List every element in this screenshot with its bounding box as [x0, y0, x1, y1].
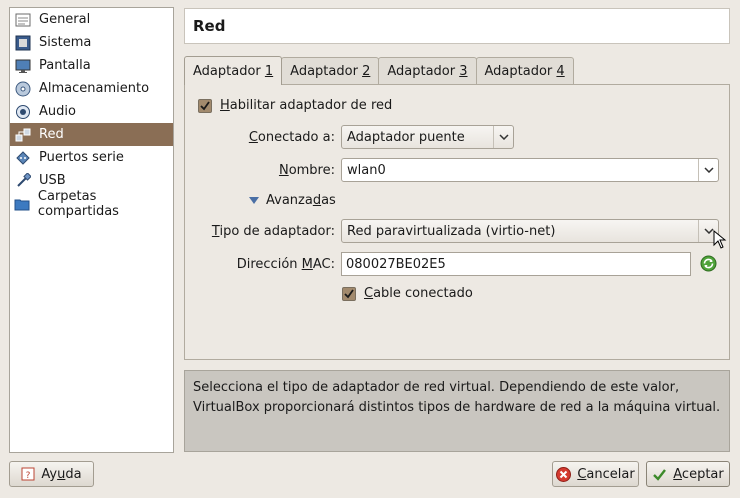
sidebar-item-label: General [39, 12, 91, 27]
cancel-icon [556, 466, 572, 482]
adapter-tabs: Adaptador 1 Adaptador 2 Adaptador 3 Adap… [184, 56, 574, 85]
mouse-cursor-icon [713, 229, 727, 254]
chevron-down-icon [493, 126, 513, 148]
name-value: wlan0 [347, 162, 386, 178]
cable-connected-checkbox[interactable] [342, 286, 356, 301]
sidebar-item-label: Red [39, 127, 64, 142]
tab-label: Adaptador [193, 63, 265, 79]
tab-mnemonic: 2 [362, 63, 371, 79]
sidebar-item-label: Almacenamiento [39, 81, 150, 96]
cable-connected-row[interactable]: Cable conectado [342, 286, 473, 301]
sidebar-item-general[interactable]: General [10, 8, 173, 31]
attached-to-label: Conectado a: [248, 130, 335, 145]
enable-adapter-label: Habilitar adaptador de red [220, 98, 393, 113]
adapter-type-label: Tipo de adaptador: [211, 224, 335, 239]
sidebar-item-label: Pantalla [39, 58, 91, 73]
sidebar-item-label: USB [39, 173, 66, 188]
tab-adapter-3[interactable]: Adaptador 3 [378, 57, 477, 84]
check-icon [652, 467, 667, 482]
sidebar-item-label: Carpetas compartidas [37, 188, 119, 219]
sidebar-item-display[interactable]: Pantalla [10, 54, 173, 77]
help-label: Ayuda [41, 466, 82, 482]
tab-label: Adaptador [387, 63, 460, 79]
tab-mnemonic: 1 [264, 63, 274, 79]
sidebar-item-label: Audio [39, 104, 76, 119]
tab-mnemonic: 4 [556, 63, 565, 79]
sidebar-item-label: Sistema [39, 35, 92, 50]
description-box: Selecciona el tipo de adaptador de red v… [184, 370, 730, 452]
svg-text:?: ? [26, 471, 31, 481]
advanced-expander[interactable]: Avanzadas [249, 193, 336, 208]
tab-label: Adaptador [484, 63, 557, 79]
cable-connected-label: Cable conectado [364, 286, 473, 301]
tab-adapter-2[interactable]: Adaptador 2 [281, 57, 380, 84]
mac-address-input[interactable]: 080027BE02E5 [341, 252, 691, 276]
tab-label: Adaptador [290, 63, 363, 79]
name-label: Nombre: [278, 163, 335, 178]
page-title: Red [184, 8, 730, 44]
adapter-panel: Habilitar adaptador de red Conectado a: … [184, 84, 730, 360]
serial-ports-icon [14, 150, 32, 166]
expander-arrow-icon [249, 196, 259, 205]
adapter-type-select[interactable]: Red paravirtualizada (virtio-net) [341, 219, 719, 243]
storage-icon [14, 81, 32, 97]
accept-label: Aceptar [673, 466, 724, 482]
sidebar-item-audio[interactable]: Audio [10, 100, 173, 123]
attached-to-select[interactable]: Adaptador puente [341, 125, 514, 149]
system-icon [14, 35, 32, 51]
tab-mnemonic: 3 [459, 63, 468, 79]
cancel-label: Cancelar [577, 466, 635, 482]
network-icon [14, 127, 32, 143]
audio-icon [14, 104, 32, 120]
general-icon [14, 12, 32, 28]
refresh-mac-icon[interactable] [700, 255, 717, 276]
cancel-button[interactable]: Cancelar [552, 461, 639, 487]
mac-label: Dirección MAC: [236, 257, 335, 272]
help-icon: ? [21, 467, 35, 481]
tab-adapter-1[interactable]: Adaptador 1 [184, 56, 283, 85]
shared-folders-icon [14, 196, 31, 212]
sidebar-item-shared-folders[interactable]: Carpetas compartidas [10, 189, 173, 219]
enable-adapter-checkbox[interactable] [198, 98, 212, 113]
usb-icon [14, 172, 32, 189]
sidebar-item-serial-ports[interactable]: Puertos serie [10, 146, 173, 169]
sidebar-item-network[interactable]: Red [10, 123, 173, 146]
sidebar-item-label: Puertos serie [39, 150, 124, 165]
enable-adapter-row[interactable]: Habilitar adaptador de red [198, 98, 392, 113]
accept-button[interactable]: Aceptar [646, 461, 730, 487]
display-icon [14, 58, 32, 74]
tab-adapter-4[interactable]: Adaptador 4 [475, 57, 574, 84]
settings-sidebar: General Sistema Pantalla Almacenamiento … [9, 7, 174, 453]
help-button[interactable]: ? Ayuda [9, 461, 94, 487]
name-combo[interactable]: wlan0 [341, 158, 719, 182]
adapter-type-value: Red paravirtualizada (virtio-net) [347, 223, 556, 239]
sidebar-item-storage[interactable]: Almacenamiento [10, 77, 173, 100]
chevron-down-icon [698, 159, 718, 181]
attached-to-value: Adaptador puente [347, 129, 465, 145]
sidebar-item-system[interactable]: Sistema [10, 31, 173, 54]
advanced-label: Avanzadas [266, 193, 336, 208]
